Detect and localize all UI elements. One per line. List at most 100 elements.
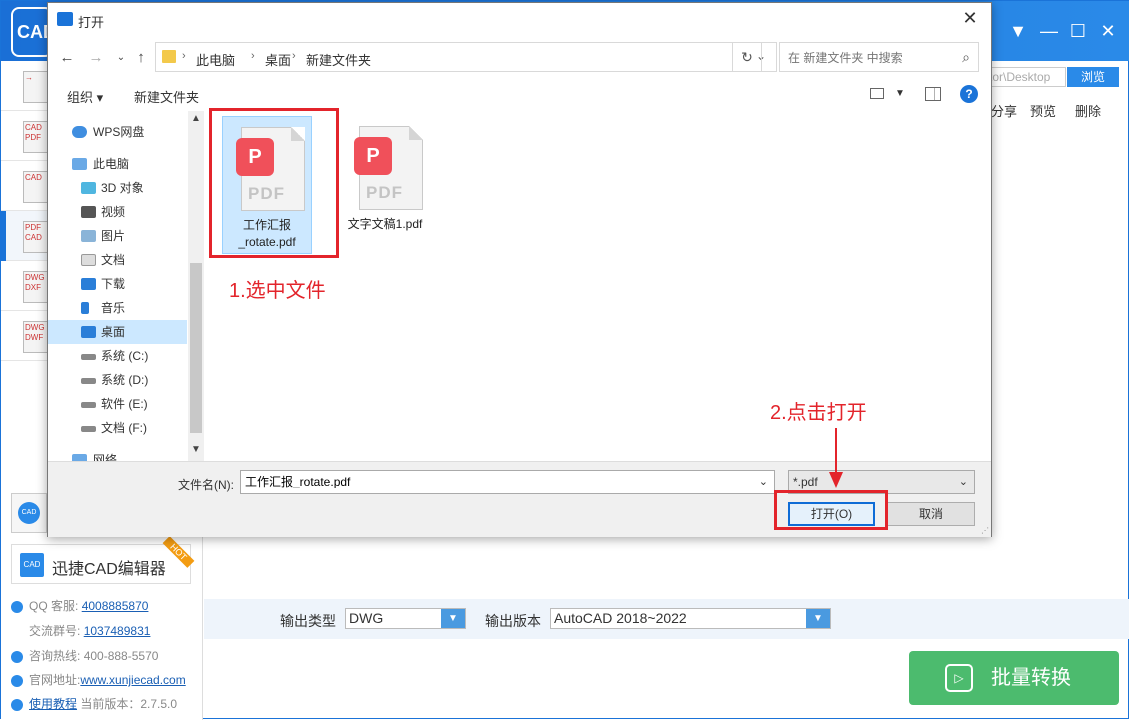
delete-action[interactable]: 删除 [1075,101,1101,120]
video-icon [81,206,96,218]
group-row: 交流群号: 1037489831 [29,624,151,638]
filename-label: 文件名(N): [178,478,234,492]
chevron-down-icon[interactable]: ⌄ [759,475,768,488]
drive-icon [81,426,96,432]
tutorial-link[interactable]: 使用教程 [29,697,77,711]
browse-button[interactable]: 浏览 [1067,67,1119,87]
nav-item-this-pc[interactable]: 此电脑 [48,152,187,176]
document-icon [81,254,96,266]
network-icon [72,454,87,461]
annotation-arrow-icon [829,428,843,488]
address-row: ← → ⌄ ↑ › 此电脑 › 桌面 › 新建文件夹 ⌄ ↻ ⌕ [48,39,991,75]
cad-editor-promo[interactable]: CAD 迅捷CAD编辑器 HOT [11,536,195,584]
batch-convert-button[interactable]: ▷ 批量转换 [909,651,1119,705]
cad-editor-icon: CAD [20,553,44,577]
cube-icon [81,182,96,194]
search-input[interactable] [788,49,948,67]
download-icon [81,278,96,290]
search-box[interactable]: ⌕ [779,42,979,72]
book-icon [11,698,23,711]
qq-icon [11,600,23,613]
nav-item-drive-d[interactable]: 系统 (D:) [48,368,187,392]
picture-icon [81,230,96,242]
breadcrumb-desktop[interactable]: 桌面 [265,50,291,69]
resize-grip-icon[interactable]: ⋰ [981,526,989,535]
navigation-pane: WPS网盘 此电脑 3D 对象 视频 图片 文档 下载 音乐 桌面 系统 (C:… [48,111,204,461]
output-path-field[interactable]: tor\Desktop [986,67,1066,87]
close-button[interactable]: ✕ [1097,21,1119,41]
nav-item-drive-f[interactable]: 文档 (F:) [48,416,187,440]
website-link[interactable]: www.xunjiecad.com [80,673,185,687]
file-item-draft[interactable]: P PDF 文字文稿1.pdf [341,116,431,254]
menu-icon[interactable]: ▼ [1007,21,1029,41]
tutorial-row: 使用教程 当前版本：2.7.5.0 [11,695,177,712]
nav-item-3d[interactable]: 3D 对象 [48,176,187,200]
scroll-down-icon[interactable]: ▼ [191,444,201,455]
annotation-step2: 2.点击打开 [770,402,867,424]
preview-pane-icon[interactable] [925,87,941,101]
output-type-select[interactable]: DWG ▼ [345,608,466,629]
dialog-close-button[interactable]: ✕ [959,8,981,29]
scroll-thumb[interactable] [190,263,202,433]
nav-item-downloads[interactable]: 下载 [48,272,187,296]
new-folder-button[interactable]: 新建文件夹 [134,87,199,106]
nav-item-desktop[interactable]: 桌面 [48,320,187,344]
filename-input[interactable] [245,474,745,488]
nav-item-music[interactable]: 音乐 [48,296,187,320]
preview-action[interactable]: 预览 [1030,101,1056,120]
ie-icon [11,674,23,687]
output-settings-bar: 输出类型 DWG ▼ 输出版本 AutoCAD 2018~2022 ▼ [204,599,1129,639]
dialog-app-icon [57,12,73,26]
nav-item-network[interactable]: 网络 [48,448,187,461]
refresh-button[interactable]: ↻ [732,42,762,72]
group-number-link[interactable]: 1037489831 [84,624,151,638]
minimize-button[interactable]: — [1038,21,1060,41]
nav-item-wps[interactable]: WPS网盘 [48,120,187,144]
up-arrow-icon[interactable]: ↑ [133,49,149,66]
sidebar-active-indicator [1,211,6,261]
output-type-label: 输出类型 [280,613,336,629]
hotline-row: 咨询热线: 400-888-5570 [11,647,158,664]
search-icon: ⌕ [962,49,970,65]
dialog-toolbar: 组织 ▾ 新建文件夹 ▼ ? [48,79,991,111]
address-bar[interactable]: › 此电脑 › 桌面 › 新建文件夹 ⌄ [155,42,777,72]
nav-item-drive-c[interactable]: 系统 (C:) [48,344,187,368]
drive-icon [81,378,96,384]
organize-button[interactable]: 组织 ▾ [67,87,103,106]
filename-field[interactable]: ⌄ [240,470,775,494]
breadcrumb-separator: › [182,50,186,62]
folder-icon [162,50,176,63]
qq-service-row: QQ 客服: 4008885870 [11,597,148,614]
qq-number-link[interactable]: 4008885870 [82,599,149,613]
nav-scrollbar[interactable]: ▲ ▼ [188,111,204,461]
qq-cad-button[interactable]: CAD [11,493,47,533]
share-action[interactable]: 分享 [991,101,1017,120]
dialog-title: 打开 [78,15,105,30]
annotation-box-open [774,490,888,530]
scroll-up-icon[interactable]: ▲ [191,113,201,124]
website-row: 官网地址:www.xunjiecad.com [11,671,186,688]
pdf-file-icon: P PDF [354,126,423,210]
nav-item-drive-e[interactable]: 软件 (E:) [48,392,187,416]
chevron-down-icon[interactable]: ▼ [895,88,905,99]
breadcrumb-new-folder[interactable]: 新建文件夹 [306,50,371,69]
maximize-button[interactable]: ☐ [1067,21,1089,41]
version-text: 当前版本：2.7.5.0 [80,697,178,711]
nav-item-video[interactable]: 视频 [48,200,187,224]
help-icon[interactable]: ? [960,85,978,103]
music-icon [81,302,89,314]
back-arrow-icon[interactable]: ← [59,49,75,66]
chevron-down-icon: ▼ [806,609,830,628]
nav-item-documents[interactable]: 文档 [48,248,187,272]
open-file-dialog: 打开 ✕ ← → ⌄ ↑ › 此电脑 › 桌面 › 新建文件夹 ⌄ ↻ ⌕ 组织… [47,2,992,537]
drive-icon [81,402,96,408]
recent-chevron-icon[interactable]: ⌄ [113,52,129,63]
forward-arrow-icon[interactable]: → [88,49,104,66]
view-mode-icon[interactable] [870,88,884,99]
desktop-icon [81,326,96,338]
nav-item-pictures[interactable]: 图片 [48,224,187,248]
headset-icon [11,650,23,663]
output-version-select[interactable]: AutoCAD 2018~2022 ▼ [550,608,831,629]
cancel-button[interactable]: 取消 [887,502,975,526]
breadcrumb-this-pc[interactable]: 此电脑 [196,50,235,69]
